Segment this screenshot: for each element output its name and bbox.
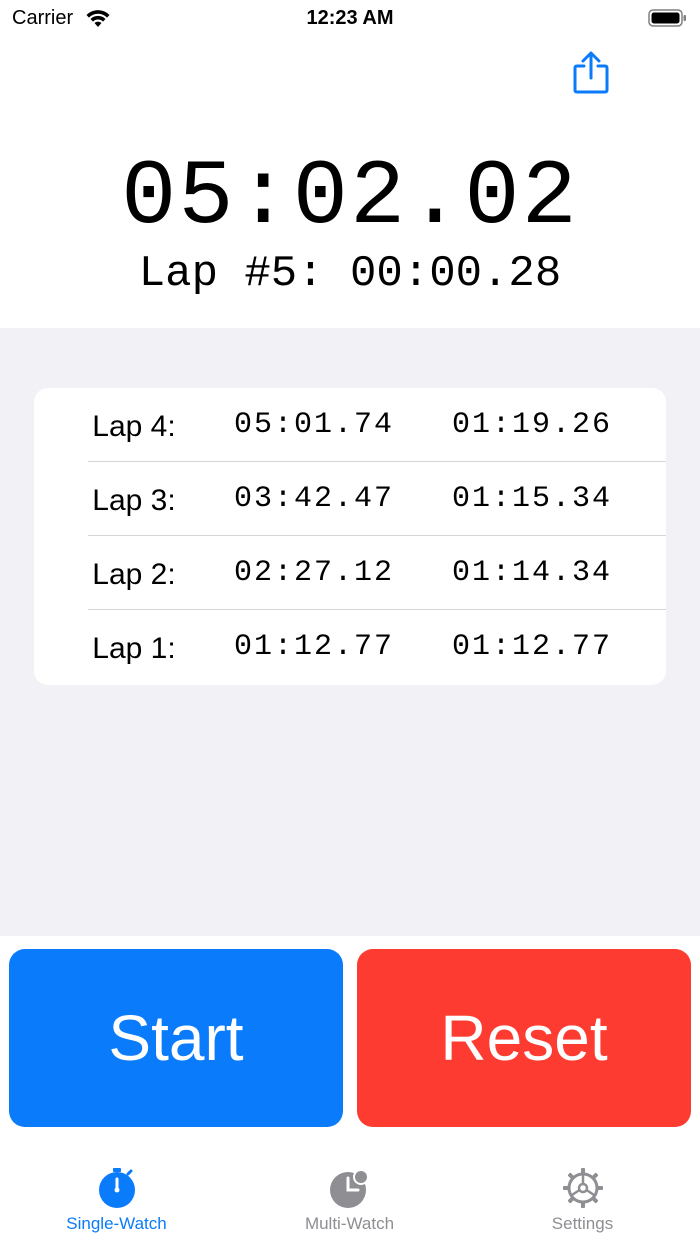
- lap-split-time: 01:15.34: [452, 482, 613, 516]
- lap-label: Lap 4:: [92, 410, 176, 443]
- lap-total-time: 05:01.74: [234, 408, 395, 442]
- start-button[interactable]: Start: [9, 949, 343, 1127]
- current-lap-display: Lap #5: 00:00.28: [138, 249, 562, 299]
- tab-label: Multi-Watch: [304, 1214, 395, 1233]
- tab-multi-watch[interactable]: Multi-Watch: [233, 1160, 466, 1244]
- multi-clock-icon: [329, 1169, 369, 1208]
- lap-label: Lap 3:: [92, 484, 176, 517]
- lap-label: Lap 1:: [92, 632, 176, 665]
- tab-label: Single-Watch: [66, 1214, 167, 1233]
- lap-row: Lap 1: 01:12.77 01:12.77: [34, 610, 666, 684]
- tab-bar: Single-Watch Multi-Watch Settings: [0, 1160, 700, 1244]
- status-time: 12:23 AM: [306, 7, 394, 29]
- lap-row: Lap 2: 02:27.12 01:14.34: [34, 536, 666, 610]
- lap-label: Lap 2:: [92, 558, 176, 591]
- battery-icon: [648, 9, 686, 27]
- lap-split-time: 01:12.77: [452, 630, 613, 664]
- stopwatch-icon: [98, 1168, 135, 1208]
- lap-split-time: 01:14.34: [452, 556, 613, 590]
- status-bar: Carrier 12:23 AM: [0, 0, 700, 36]
- gear-icon: [562, 1168, 603, 1208]
- tab-single-watch[interactable]: Single-Watch: [0, 1160, 233, 1244]
- tab-label: Settings: [551, 1214, 614, 1233]
- lap-list[interactable]: Lap 4: 05:01.74 01:19.26 Lap 3: 03:42.47…: [34, 388, 666, 685]
- lap-total-time: 03:42.47: [234, 482, 395, 516]
- tab-settings[interactable]: Settings: [466, 1160, 699, 1244]
- lap-row: Lap 4: 05:01.74 01:19.26: [34, 388, 666, 462]
- lap-split-time: 01:19.26: [452, 408, 613, 442]
- lap-total-time: 02:27.12: [234, 556, 395, 590]
- lap-row: Lap 3: 03:42.47 01:15.34: [34, 462, 666, 536]
- lap-total-time: 01:12.77: [234, 630, 395, 664]
- share-icon[interactable]: [570, 50, 612, 96]
- main-time-display: 05:02.02: [121, 145, 579, 250]
- reset-button[interactable]: Reset: [357, 949, 691, 1127]
